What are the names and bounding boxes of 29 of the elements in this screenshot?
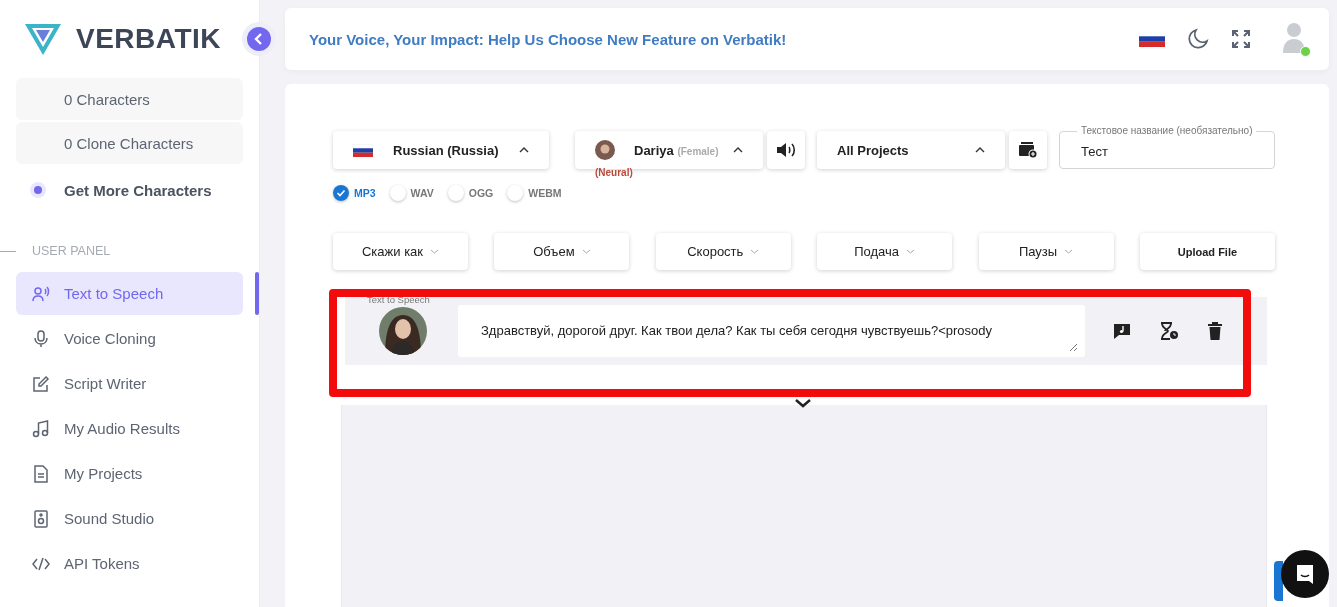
effect-dropdown[interactable]: Паузы [978, 233, 1114, 270]
text-input[interactable]: Здравствуй, дорогой друг. Как твои дела? Как ты себя сегодня чувствуешь?<prosody [458, 305, 1085, 357]
title-field[interactable]: Текстовое название (необязательно) Тест [1059, 125, 1275, 169]
effect-dropdown[interactable]: Скажи как [333, 233, 468, 270]
nav-item[interactable]: My Audio Results [16, 407, 243, 450]
language-select[interactable]: Russian (Russia) [333, 131, 549, 169]
credit-counter: 0 Clone Characters [16, 122, 243, 164]
credit-counter: 0 Characters [16, 78, 243, 120]
format-radio[interactable]: OGG [447, 185, 494, 201]
get-more-link[interactable]: Get More Characters [16, 166, 243, 214]
voice-type-label: (Neural) [595, 167, 633, 179]
nav-item[interactable]: Script Writer [16, 362, 243, 405]
effect-dropdown[interactable]: Скорость [655, 233, 791, 270]
nav-item[interactable]: My Projects [16, 452, 243, 495]
nav-item[interactable]: Voice Cloning [16, 317, 243, 360]
nav-item[interactable]: API Tokens [16, 542, 243, 585]
format-radio[interactable]: WAV [389, 185, 434, 201]
nav-item[interactable]: Sound Studio [16, 497, 243, 540]
effect-dropdown[interactable]: Подача [817, 233, 953, 270]
section-label: USER PANEL [32, 244, 111, 258]
editor-label: Text to Speech [367, 294, 430, 305]
project-select[interactable]: All Projects [817, 131, 1005, 169]
announcement-link[interactable]: Your Voice, Your Impact: Help Us Choose New Feature on Verbatik! [309, 30, 787, 48]
format-radio[interactable]: MP3 [333, 185, 376, 201]
effect-dropdown[interactable]: Объем [494, 233, 630, 270]
format-radio[interactable]: WEBM [507, 185, 562, 201]
upload-button[interactable]: Upload File [1139, 233, 1275, 270]
brand-name: VERBATIK [76, 23, 222, 55]
voice-select[interactable]: Dariya (Female) [575, 131, 763, 169]
